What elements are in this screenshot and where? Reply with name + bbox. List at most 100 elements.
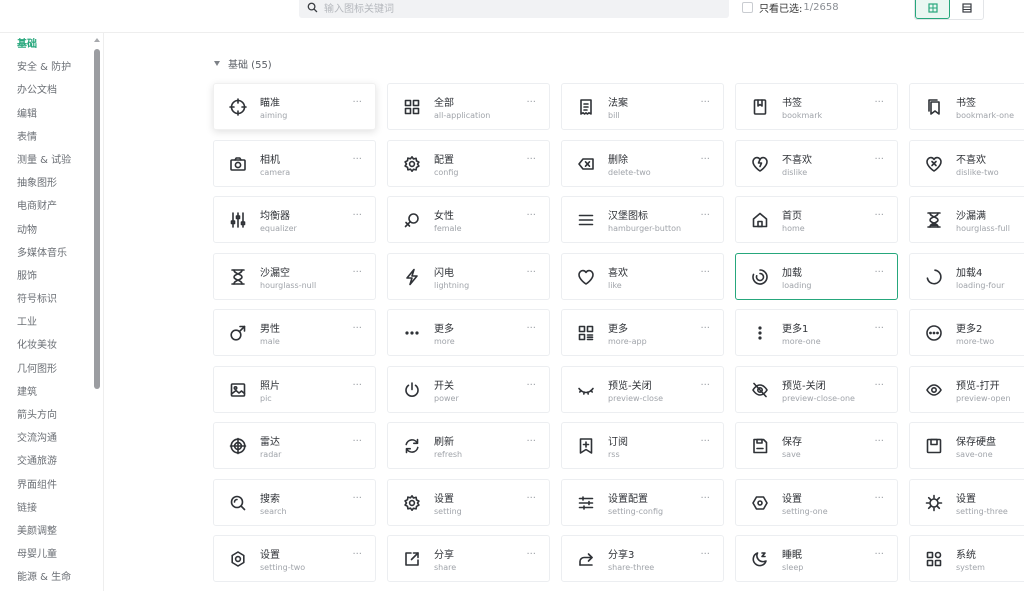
icon-card-preview-close[interactable]: 预览-关闭 preview-close ··· xyxy=(561,365,724,413)
icon-card-bill[interactable]: 法案 bill ··· xyxy=(561,83,724,130)
sidebar-item[interactable]: 基础 xyxy=(0,33,103,56)
icon-card-equalizer[interactable]: 均衡器 equalizer ··· xyxy=(213,196,376,243)
icon-card-config[interactable]: 配置 config ··· xyxy=(387,139,550,187)
icon-card-all-application[interactable]: 全部 all-application ··· xyxy=(387,83,550,130)
icon-card-setting-three[interactable]: 设置setting-three··· xyxy=(909,478,1024,526)
card-more-button[interactable]: ··· xyxy=(526,380,536,391)
icon-card-rss[interactable]: 订阅 rss ··· xyxy=(561,422,724,469)
section-header[interactable]: 基础 (55) xyxy=(214,56,272,71)
icon-card-lightning[interactable]: 闪电 lightning ··· xyxy=(387,252,550,300)
icon-card-bookmark-one[interactable]: 书签bookmark-one··· xyxy=(909,83,1024,130)
icon-card-share[interactable]: 分享 share ··· xyxy=(387,535,550,582)
sidebar-item[interactable]: 抽象图形 xyxy=(0,172,103,195)
icon-card-preview-close-one[interactable]: 预览-关闭 preview-close-one ··· xyxy=(735,365,898,413)
sidebar-item[interactable]: 母婴儿童 xyxy=(0,543,103,566)
card-more-button[interactable]: ··· xyxy=(526,267,536,278)
icon-card-pic[interactable]: 照片 pic ··· xyxy=(213,365,376,413)
sidebar-item[interactable]: 编辑 xyxy=(0,103,103,126)
icon-card-female[interactable]: 女性 female ··· xyxy=(387,196,550,243)
sidebar-item[interactable]: 化妆美妆 xyxy=(0,334,103,357)
scrollbar-thumb[interactable] xyxy=(94,49,100,389)
icon-card-system[interactable]: 系统system··· xyxy=(909,535,1024,582)
sidebar-item[interactable]: 几何图形 xyxy=(0,358,103,381)
card-more-button[interactable]: ··· xyxy=(352,380,362,391)
card-more-button[interactable]: ··· xyxy=(700,436,710,447)
icon-card-male[interactable]: 男性 male ··· xyxy=(213,309,376,356)
card-more-button[interactable]: ··· xyxy=(352,549,362,560)
card-more-button[interactable]: ··· xyxy=(700,493,710,504)
icon-card-like[interactable]: 喜欢 like ··· xyxy=(561,252,724,300)
sidebar-item[interactable]: 测量 & 试验 xyxy=(0,149,103,172)
sidebar-item[interactable]: 交流沟通 xyxy=(0,427,103,450)
card-more-button[interactable]: ··· xyxy=(526,210,536,221)
sidebar-item[interactable]: 美颜调整 xyxy=(0,520,103,543)
card-more-button[interactable]: ··· xyxy=(352,267,362,278)
card-more-button[interactable]: ··· xyxy=(874,380,884,391)
sidebar-item[interactable]: 电商财产 xyxy=(0,195,103,218)
card-more-button[interactable]: ··· xyxy=(526,549,536,560)
sidebar-item[interactable]: 动物 xyxy=(0,219,103,242)
selected-only-filter[interactable]: 只看已选: 1/2658 xyxy=(742,0,839,15)
icon-card-home[interactable]: 首页 home ··· xyxy=(735,196,898,243)
card-more-button[interactable]: ··· xyxy=(700,210,710,221)
sidebar-item[interactable]: 符号标识 xyxy=(0,288,103,311)
sidebar-item[interactable]: 界面组件 xyxy=(0,474,103,497)
card-more-button[interactable]: ··· xyxy=(526,493,536,504)
icon-card-save[interactable]: 保存 save ··· xyxy=(735,422,898,469)
icon-card-more-app[interactable]: 更多 more-app ··· xyxy=(561,309,724,356)
card-more-button[interactable]: ··· xyxy=(874,154,884,165)
card-more-button[interactable]: ··· xyxy=(700,97,710,108)
card-more-button[interactable]: ··· xyxy=(700,380,710,391)
card-more-button[interactable]: ··· xyxy=(352,493,362,504)
card-more-button[interactable]: ··· xyxy=(874,323,884,334)
icon-card-dislike[interactable]: 不喜欢 dislike ··· xyxy=(735,139,898,187)
sidebar-item[interactable]: 办公文档 xyxy=(0,79,103,102)
icon-card-loading[interactable]: 加载 loading ··· xyxy=(735,252,898,300)
card-more-button[interactable]: ··· xyxy=(874,493,884,504)
search-input[interactable]: 输入图标关键词 xyxy=(299,0,729,18)
sidebar-item[interactable]: 交通旅游 xyxy=(0,450,103,473)
icon-card-hamburger-button[interactable]: 汉堡图标 hamburger-button ··· xyxy=(561,196,724,243)
card-more-button[interactable]: ··· xyxy=(526,436,536,447)
card-more-button[interactable]: ··· xyxy=(700,549,710,560)
icon-card-power[interactable]: 开关 power ··· xyxy=(387,365,550,413)
icon-card-refresh[interactable]: 刷新 refresh ··· xyxy=(387,422,550,469)
sidebar-item[interactable]: 链接 xyxy=(0,497,103,520)
icon-card-loading-four[interactable]: 加载4loading-four··· xyxy=(909,252,1024,300)
sidebar-item[interactable]: 服饰 xyxy=(0,265,103,288)
card-more-button[interactable]: ··· xyxy=(874,436,884,447)
card-more-button[interactable]: ··· xyxy=(874,549,884,560)
list-view-button[interactable] xyxy=(950,0,983,19)
sidebar-item[interactable]: 工业 xyxy=(0,311,103,334)
sidebar-item[interactable]: 建筑 xyxy=(0,381,103,404)
icon-card-setting-two[interactable]: 设置 setting-two ··· xyxy=(213,535,376,582)
card-more-button[interactable]: ··· xyxy=(874,97,884,108)
sidebar-item[interactable]: 能源 & 生命 xyxy=(0,566,103,589)
sidebar-item[interactable]: 多媒体音乐 xyxy=(0,242,103,265)
icon-card-save-one[interactable]: 保存硬盘save-one··· xyxy=(909,422,1024,469)
card-more-button[interactable]: ··· xyxy=(700,323,710,334)
scroll-up-arrow-icon[interactable] xyxy=(94,38,100,42)
icon-card-more-two[interactable]: 更多2more-two··· xyxy=(909,309,1024,356)
icon-card-aiming[interactable]: 瞄准 aiming ··· xyxy=(213,83,376,130)
icon-card-setting-one[interactable]: 设置 setting-one ··· xyxy=(735,478,898,526)
icon-card-dislike-two[interactable]: 不喜欢dislike-two··· xyxy=(909,139,1024,187)
card-more-button[interactable]: ··· xyxy=(352,154,362,165)
icon-card-delete-two[interactable]: 删除 delete-two ··· xyxy=(561,139,724,187)
card-more-button[interactable]: ··· xyxy=(352,210,362,221)
sidebar-item[interactable]: 箭头方向 xyxy=(0,404,103,427)
icon-card-bookmark[interactable]: 书签 bookmark ··· xyxy=(735,83,898,130)
sidebar-item[interactable]: 表情 xyxy=(0,126,103,149)
card-more-button[interactable]: ··· xyxy=(700,267,710,278)
icon-card-sleep[interactable]: 睡眠 sleep ··· xyxy=(735,535,898,582)
icon-card-hourglass-null[interactable]: 沙漏空 hourglass-null ··· xyxy=(213,252,376,300)
card-more-button[interactable]: ··· xyxy=(352,97,362,108)
card-more-button[interactable]: ··· xyxy=(526,154,536,165)
icon-card-radar[interactable]: 雷达 radar ··· xyxy=(213,422,376,469)
sidebar-item[interactable]: 安全 & 防护 xyxy=(0,56,103,79)
icon-card-search[interactable]: 搜索 search ··· xyxy=(213,478,376,526)
card-more-button[interactable]: ··· xyxy=(700,154,710,165)
icon-card-preview-open[interactable]: 预览-打开preview-open··· xyxy=(909,365,1024,413)
selected-only-checkbox[interactable] xyxy=(742,1,753,13)
icon-card-setting[interactable]: 设置 setting ··· xyxy=(387,478,550,526)
